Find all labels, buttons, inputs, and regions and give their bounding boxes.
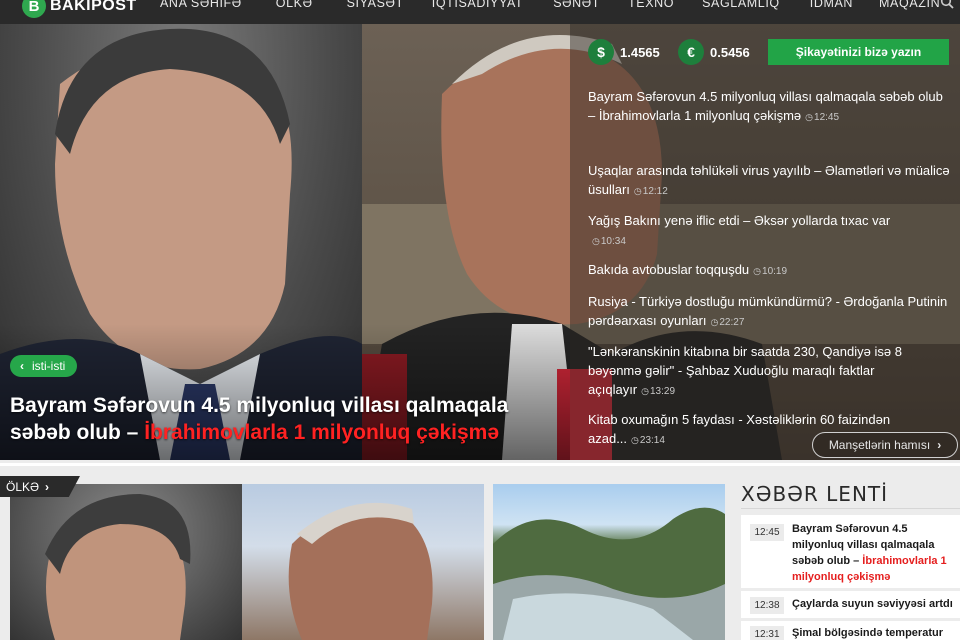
headline-time-value: 12:12 <box>642 186 668 197</box>
top-navigation-bar: B BAKIPOST ANA SƏHİFƏ ÖLKƏ SİYASƏT İQTİS… <box>0 0 960 24</box>
news-feed-text: Çaylarda suyun səviyyəsi artdı <box>792 598 953 610</box>
nature-news-photo[interactable] <box>493 484 725 640</box>
news-feed-item[interactable]: 12:38 Çaylarda suyun səviyyəsi artdı <box>741 591 960 618</box>
logo-badge-icon: B <box>22 0 46 18</box>
headline-time: ◷23:14 <box>631 435 665 446</box>
news-feed-time: 12:38 <box>750 597 784 614</box>
clock-icon: ◷ <box>641 386 649 396</box>
news-feed-time: 12:45 <box>750 524 784 541</box>
clock-icon: ◷ <box>633 186 642 196</box>
headline-time-value: 22:27 <box>719 317 745 328</box>
country-news-photo-right[interactable] <box>242 484 484 640</box>
headline-time: ◷10:19 <box>753 266 787 277</box>
news-feed-text: Şimal bölgəsində temperatur <box>792 627 943 639</box>
site-logo[interactable]: B BAKIPOST <box>22 0 137 20</box>
news-feed-item[interactable]: 12:45 Bayram Səfərovun 4.5 milyonluq vil… <box>741 515 960 588</box>
all-headlines-button[interactable]: Manşetlərin hamısı › <box>812 432 958 458</box>
eur-rate: € 0.5456 <box>678 39 750 65</box>
news-feed-title-underline <box>741 508 960 509</box>
headline-text: Rusiya - Türkiyə dostluğu mümkündürmü? -… <box>588 294 948 328</box>
hot-news-tag[interactable]: ‹ isti-isti <box>10 355 78 377</box>
news-feed-item[interactable]: 12:31 Şimal bölgəsində temperatur <box>741 621 960 640</box>
nav-item-sport[interactable]: İDMAN <box>810 0 853 14</box>
clock-icon: ◷ <box>805 112 814 122</box>
complaint-button[interactable]: Şikayətinizi bizə yazın <box>768 39 949 65</box>
hero-headline-highlight: İbrahimovlarla 1 milyonluq çəkişmə <box>144 421 500 444</box>
headline-time-value: 12:45 <box>814 112 840 123</box>
hot-news-tag-label: isti-isti <box>32 359 66 373</box>
hero-slider[interactable]: ‹ isti-isti Bayram Səfərovun 4.5 milyonl… <box>0 24 960 460</box>
nav-item-tech[interactable]: TEXNO <box>628 0 674 14</box>
news-feed-title: XƏBƏR LENTİ <box>741 482 889 506</box>
clock-icon: ◷ <box>753 266 762 276</box>
headline-item[interactable]: Rusiya - Türkiyə dostluğu mümkündürmü? -… <box>588 292 952 332</box>
headline-item[interactable]: Uşaqlar arasında təhlükəli virus yayılıb… <box>588 161 952 201</box>
chevron-right-icon: › <box>45 479 50 494</box>
section-tab-country[interactable]: ÖLKƏ › <box>0 476 80 497</box>
news-feed-time: 12:31 <box>750 626 784 640</box>
clock-icon: ◷ <box>631 435 639 445</box>
nav-item-country[interactable]: ÖLKƏ <box>276 0 313 14</box>
news-feed-text: Bayram Səfərovun 4.5 milyonluq villası q… <box>792 521 958 585</box>
usd-rate: $ 1.4565 <box>588 39 660 65</box>
headline-text: Bakıda avtobuslar toqquşdu <box>588 262 750 277</box>
all-headlines-label: Manşetlərin hamısı <box>828 438 931 452</box>
clock-icon: ◷ <box>710 317 719 327</box>
hero-headline[interactable]: Bayram Səfərovun 4.5 milyonluq villası q… <box>10 392 570 446</box>
dollar-icon: $ <box>588 39 614 65</box>
headline-text: "Lənkəranskinin kitabına bir saatda 230,… <box>588 344 902 397</box>
nav-item-health[interactable]: SAĞLAMLIQ <box>702 0 780 14</box>
headline-time: ◷13:29 <box>641 386 675 397</box>
headline-time: ◷22:27 <box>711 317 745 328</box>
section-tab-label: ÖLKƏ <box>6 479 40 494</box>
section-divider <box>0 463 960 466</box>
headline-time-value: 23:14 <box>639 435 665 446</box>
headline-time-value: 13:29 <box>650 386 676 397</box>
search-icon[interactable] <box>940 0 954 9</box>
headline-text: Yağış Bakını yenə iflic etdi – Əksər yol… <box>588 213 891 228</box>
nav-item-art[interactable]: SƏNƏT <box>553 0 600 14</box>
headline-item[interactable]: Yağış Bakını yenə iflic etdi – Əksər yol… <box>588 211 890 251</box>
chevron-left-icon: ‹ <box>20 359 24 373</box>
nav-item-economy[interactable]: İQTİSADİYYAT <box>432 0 523 14</box>
headline-text: Bayram Səfərovun 4.5 milyonluq villası q… <box>588 89 943 123</box>
headline-time-value: 10:34 <box>600 236 626 247</box>
nav-item-politics[interactable]: SİYASƏT <box>347 0 404 14</box>
headline-item[interactable]: Bayram Səfərovun 4.5 milyonluq villası q… <box>588 87 952 127</box>
headline-item[interactable]: "Lənkəranskinin kitabına bir saatda 230,… <box>588 342 952 401</box>
headline-item[interactable]: Bakıda avtobuslar toqquşdu ◷10:19 <box>588 260 787 281</box>
country-news-photo-left[interactable] <box>10 484 242 640</box>
usd-rate-value: 1.4565 <box>620 44 660 60</box>
nav-item-magazine[interactable]: MAQAZİN <box>879 0 940 14</box>
headline-time: ◷12:45 <box>805 112 839 123</box>
euro-icon: € <box>678 39 704 65</box>
clock-icon: ◷ <box>592 236 600 246</box>
logo-text: BAKIPOST <box>50 0 137 14</box>
headline-time: ◷10:34 <box>592 236 626 247</box>
headline-time-value: 10:19 <box>762 266 788 277</box>
chevron-right-icon: › <box>937 438 942 452</box>
headline-time: ◷12:12 <box>634 186 668 197</box>
nav-item-home[interactable]: ANA SƏHİFƏ <box>160 0 242 14</box>
eur-rate-value: 0.5456 <box>710 44 750 60</box>
main-menu: ANA SƏHİFƏ ÖLKƏ SİYASƏT İQTİSADİYYAT SƏN… <box>160 0 940 14</box>
